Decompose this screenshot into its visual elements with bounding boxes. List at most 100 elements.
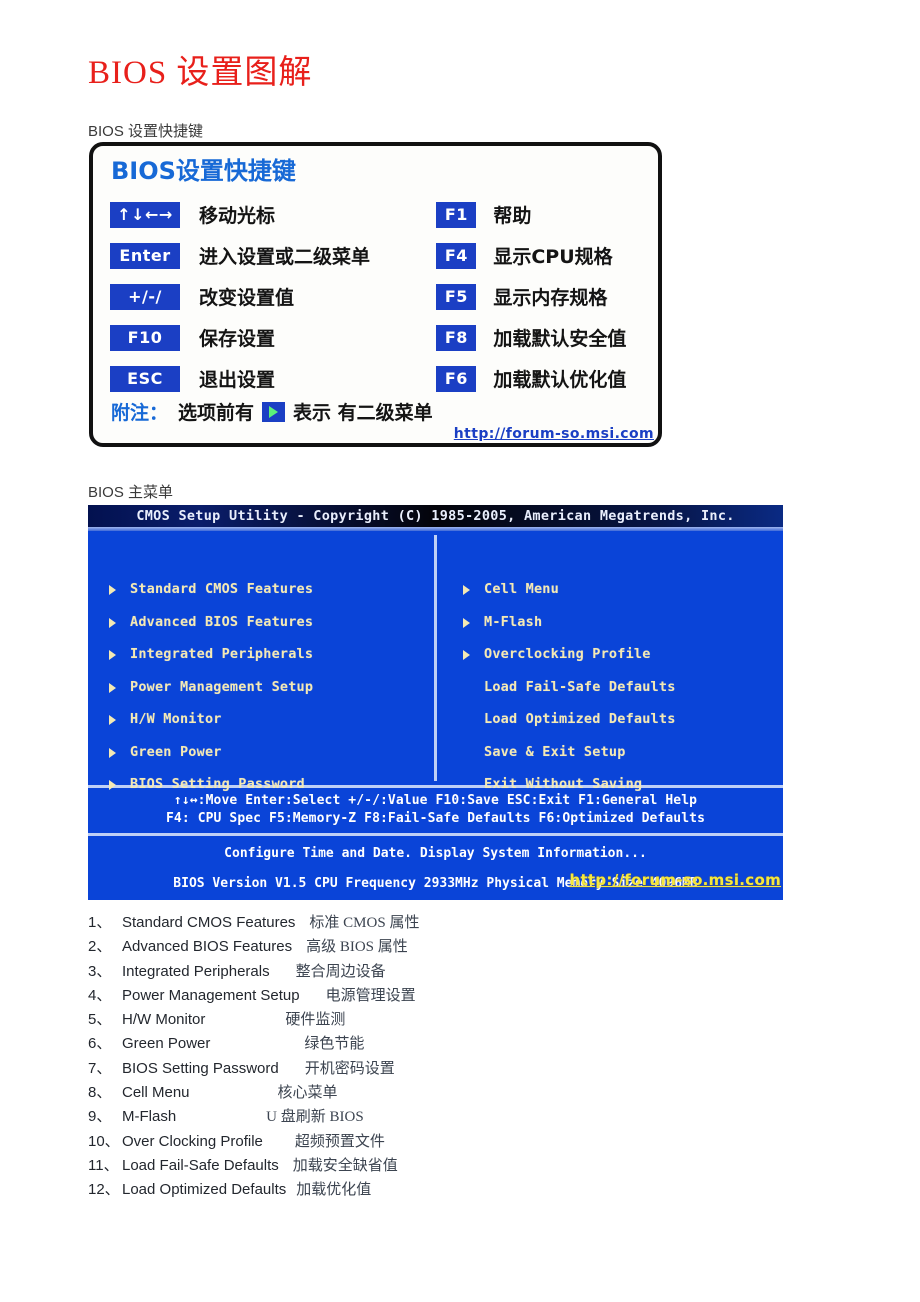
shortcut-desc: 显示内存规格 <box>493 287 608 309</box>
list-item: 11、 Load Fail-Safe Defaults 加载安全缺省值 <box>88 1154 688 1178</box>
list-item-chinese: 整合周边设备 <box>295 963 386 980</box>
shortcut-key-columns: ↑↓←→ 移动光标 Enter 进入设置或二级菜单 +/-/ 改变设置值 F10… <box>111 194 650 399</box>
note-label: 附注： <box>111 402 169 424</box>
bios-menu-item-m-flash[interactable]: M-Flash <box>462 606 783 639</box>
bios-shortcut-key-card: BIOS设置快捷键 ↑↓←→ 移动光标 Enter 进入设置或二级菜单 +/-/… <box>89 142 662 447</box>
list-item-chinese: 加载优化值 <box>296 1182 372 1199</box>
list-item-number: 5、 <box>88 1011 112 1029</box>
bios-menu-item-load-fail-safe-defaults[interactable]: Load Fail-Safe Defaults <box>462 671 783 704</box>
list-item-english: M-Flash <box>122 1108 177 1126</box>
list-item-english: Over Clocking Profile <box>122 1132 263 1150</box>
keycap-f1: F1 <box>437 202 476 227</box>
list-item-number: 10、 <box>88 1132 120 1150</box>
list-item-english: Standard CMOS Features <box>122 914 296 931</box>
list-item: 3、 Integrated Peripherals 整合周边设备 <box>88 960 688 984</box>
shortcut-card-note: 附注： 选项前有 表示 有二级菜单 <box>111 398 433 425</box>
list-item-english: Load Fail-Safe Defaults <box>122 1156 279 1174</box>
bios-menu-item-overclocking-profile[interactable]: Overclocking Profile <box>462 638 783 671</box>
list-item-number: 12、 <box>88 1181 120 1199</box>
shortcut-row: F8 加载默认安全值 <box>437 317 650 358</box>
bios-titlebar: CMOS Setup Utility - Copyright (C) 1985-… <box>88 505 783 527</box>
bios-footer: Configure Time and Date. Display System … <box>88 836 783 894</box>
keycap-f10: F10 <box>111 325 179 350</box>
bios-menu-item-label: Exit Without Saving <box>484 776 643 793</box>
bios-watermark: http://forum-so.msi.com <box>569 871 781 889</box>
bios-menu-item-integrated-peripherals[interactable]: Integrated Peripherals <box>108 638 434 671</box>
play-triangle-icon <box>262 401 286 422</box>
shortcut-row: F4 显示CPU规格 <box>437 235 650 276</box>
note-text-before: 选项前有 <box>178 402 255 424</box>
keycap-f4: F4 <box>437 243 476 268</box>
bios-menu-item-label: H/W Monitor <box>130 711 222 728</box>
keycap-arrows: ↑↓←→ <box>111 202 179 227</box>
list-item-english: Cell Menu <box>122 1084 190 1102</box>
bios-menu-body: Standard CMOS Features Advanced BIOS Fea… <box>88 531 783 792</box>
bios-hint-text: Configure Time and Date. Display System … <box>224 846 647 861</box>
bios-menu-column-left: Standard CMOS Features Advanced BIOS Fea… <box>88 531 434 792</box>
bios-menu-item-label: Save & Exit Setup <box>484 743 626 760</box>
bios-menu-item-label: Load Fail-Safe Defaults <box>484 678 676 695</box>
list-item-number: 2、 <box>88 938 112 956</box>
bios-menu-item-green-power[interactable]: Green Power <box>108 736 434 769</box>
bios-menu-item-label: BIOS Setting Password <box>130 776 305 793</box>
bios-menu-item-power-management-setup[interactable]: Power Management Setup <box>108 671 434 704</box>
shortcut-desc: 显示CPU规格 <box>493 246 613 268</box>
bios-menu-item-advanced-bios-features[interactable]: Advanced BIOS Features <box>108 606 434 639</box>
list-item-number: 3、 <box>88 962 112 980</box>
shortcut-desc: 退出设置 <box>199 369 276 391</box>
list-item-chinese: 电源管理设置 <box>325 987 416 1004</box>
list-item-english: H/W Monitor <box>122 1011 206 1029</box>
bios-menu-item-cell-menu[interactable]: Cell Menu <box>462 573 783 606</box>
keycap-f6: F6 <box>437 366 476 391</box>
card-watermark: http://forum-so.msi.com <box>453 426 654 442</box>
list-item: 8、 Cell Menu 核心菜单 <box>88 1081 688 1105</box>
keycap-f8: F8 <box>437 325 476 350</box>
bios-help-line-2: F4: CPU Spec F5:Memory-Z F8:Fail-Safe De… <box>165 811 705 826</box>
list-item-chinese: 加载安全缺省值 <box>292 1157 398 1174</box>
keycap-enter: Enter <box>111 243 179 268</box>
shortcut-card-title: BIOS设置快捷键 <box>111 157 296 185</box>
bios-menu-item-label: Load Optimized Defaults <box>484 711 676 728</box>
note-text-after: 表示 有二级菜单 <box>293 402 433 424</box>
shortcut-desc: 加载默认优化值 <box>493 369 627 391</box>
section-label-mainmenu: BIOS 主菜单 <box>88 484 174 501</box>
bios-menu-item-save-and-exit-setup[interactable]: Save & Exit Setup <box>462 736 783 769</box>
bios-menu-item-hw-monitor[interactable]: H/W Monitor <box>108 703 434 736</box>
list-item-chinese: 高级 BIOS 属性 <box>306 939 408 956</box>
list-item: 5、 H/W Monitor 硬件监测 <box>88 1008 688 1032</box>
bios-menu-item-label: Standard CMOS Features <box>130 581 314 598</box>
shortcut-desc: 进入设置或二级菜单 <box>199 246 371 268</box>
list-item: 6、 Green Power 绿色节能 <box>88 1032 688 1056</box>
section-label-shortcut: BIOS 设置快捷键 <box>88 123 204 140</box>
shortcut-row: F5 显示内存规格 <box>437 276 650 317</box>
list-item-english: Load Optimized Defaults <box>122 1181 287 1199</box>
list-item: 10、 Over Clocking Profile 超频预置文件 <box>88 1130 688 1154</box>
bios-menu-item-standard-cmos-features[interactable]: Standard CMOS Features <box>108 573 434 606</box>
list-item: 9、 M-Flash U 盘刷新 BIOS <box>88 1105 688 1129</box>
list-item-chinese: U 盘刷新 BIOS <box>266 1109 364 1126</box>
bios-main-menu-screenshot: CMOS Setup Utility - Copyright (C) 1985-… <box>88 505 783 900</box>
list-item-number: 11、 <box>88 1156 119 1174</box>
bios-column-divider <box>434 535 437 781</box>
list-item-number: 4、 <box>88 986 112 1004</box>
shortcut-row: F1 帮助 <box>437 194 650 235</box>
glossary-list: 1、 Standard CMOS Features 标准 CMOS 属性 2、 … <box>88 911 688 1203</box>
list-item-chinese: 开机密码设置 <box>304 1060 395 1077</box>
bios-menu-item-label: Advanced BIOS Features <box>130 613 314 630</box>
list-item: 4、 Power Management Setup 电源管理设置 <box>88 984 688 1008</box>
bios-menu-item-label: Cell Menu <box>484 581 559 598</box>
bios-menu-item-label: Green Power <box>130 743 222 760</box>
shortcut-row: F10 保存设置 <box>111 317 437 358</box>
page-title: BIOS 设置图解 <box>88 55 313 91</box>
shortcut-column-left: ↑↓←→ 移动光标 Enter 进入设置或二级菜单 +/-/ 改变设置值 F10… <box>111 194 437 399</box>
list-item-english: Power Management Setup <box>122 986 300 1004</box>
bios-menu-item-bios-setting-password[interactable]: BIOS Setting Password <box>108 768 434 801</box>
bios-menu-item-exit-without-saving[interactable]: Exit Without Saving <box>462 768 783 801</box>
shortcut-row: ↑↓←→ 移动光标 <box>111 194 437 235</box>
bios-menu-item-load-optimized-defaults[interactable]: Load Optimized Defaults <box>462 703 783 736</box>
shortcut-row: F6 加载默认优化值 <box>437 358 650 399</box>
list-item-number: 1、 <box>88 914 112 931</box>
bios-menu-column-right: Cell Menu M-Flash Overclocking Profile L… <box>434 531 783 792</box>
list-item-number: 9、 <box>88 1108 112 1126</box>
list-item-chinese: 标准 CMOS 属性 <box>309 915 420 931</box>
